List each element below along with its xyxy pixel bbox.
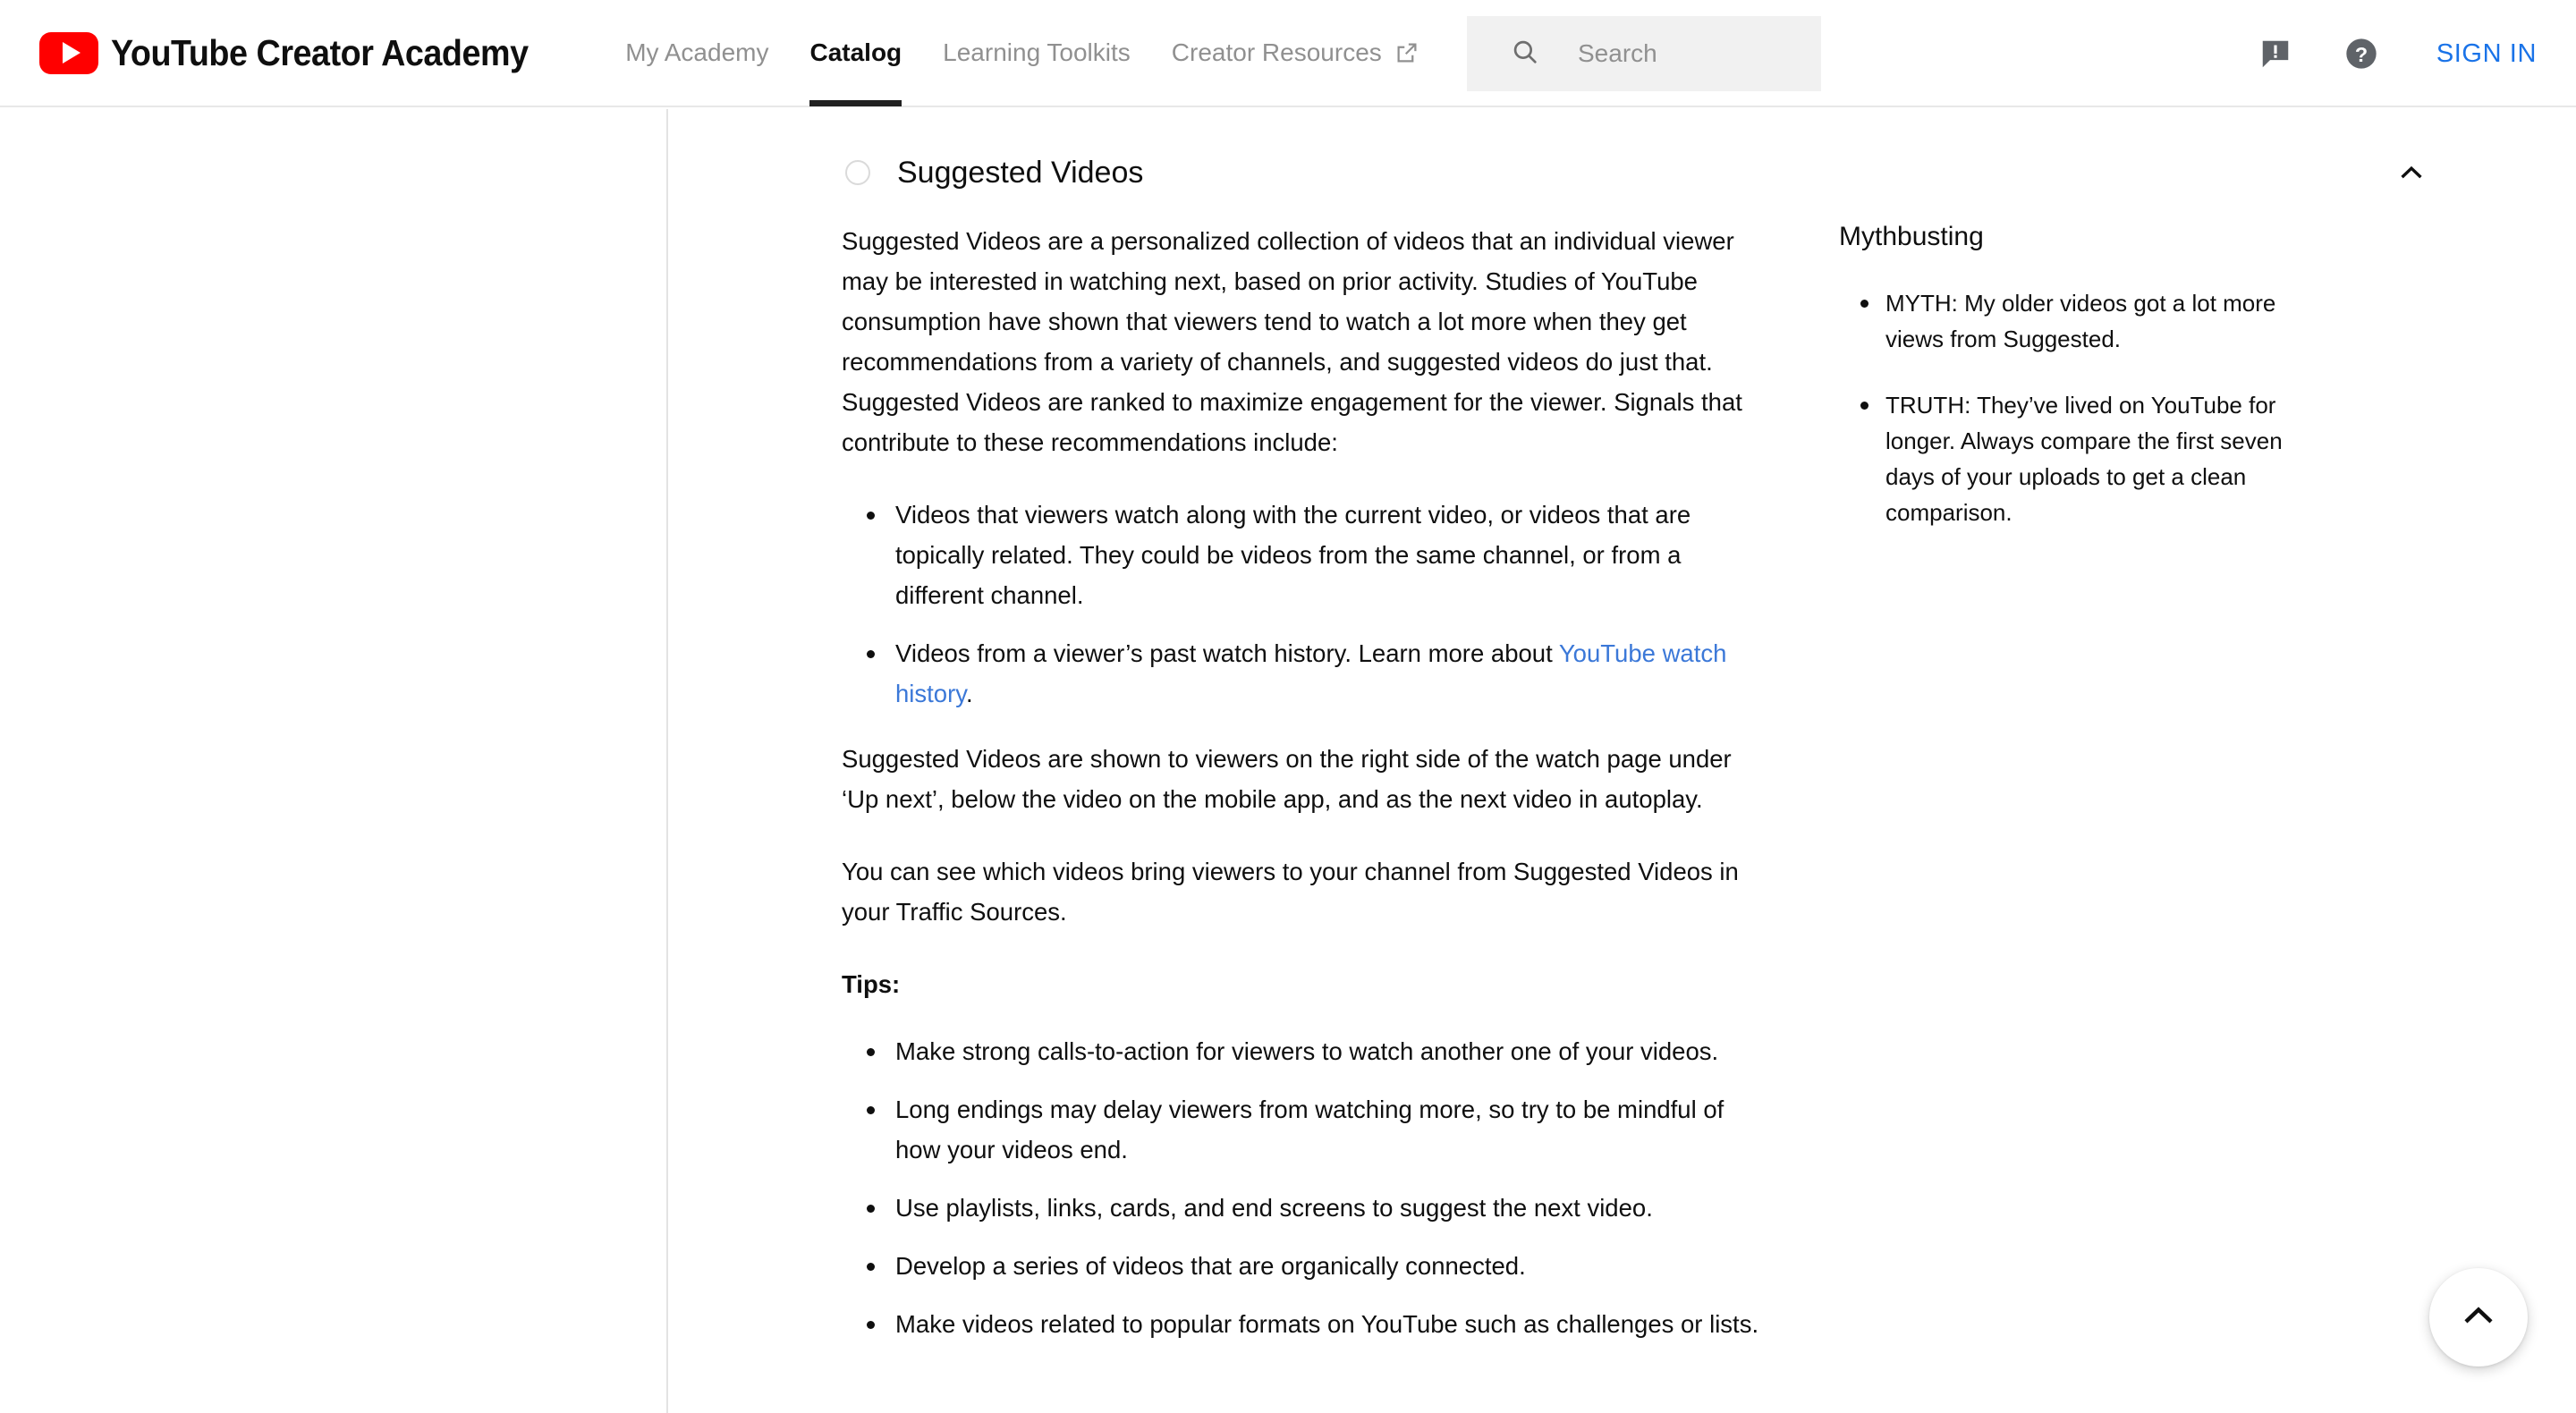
- sidebar-title: Mythbusting: [1839, 222, 1984, 251]
- content-area: Suggested Videos Suggested Videos are a …: [666, 109, 2576, 1413]
- list-item: Develop a series of videos that are orga…: [842, 1246, 1767, 1286]
- nav-label: Creator Resources: [1171, 38, 1382, 66]
- search-input[interactable]: [1578, 39, 1801, 68]
- nav-item-creator-resources[interactable]: Creator Resources: [1172, 0, 1420, 106]
- nav-item-my-academy[interactable]: My Academy: [625, 0, 768, 106]
- brand-logo[interactable]: YouTube Creator Academy: [39, 31, 564, 74]
- list-item: MYTH: My older videos got a lot more vie…: [1839, 285, 2313, 357]
- list-item: TRUTH: They’ve lived on YouTube for long…: [1839, 387, 2313, 530]
- tip-text: Use playlists, links, cards, and end scr…: [895, 1194, 1653, 1222]
- progress-circle-icon: [845, 160, 870, 185]
- two-column-layout: Suggested Videos are a personalized coll…: [666, 221, 2576, 1369]
- myth-text: MYTH: My older videos got a lot more vie…: [1885, 290, 2276, 352]
- paragraph-2: Suggested Videos are shown to viewers on…: [842, 745, 1732, 813]
- nav-item-learning-toolkits[interactable]: Learning Toolkits: [943, 0, 1131, 106]
- list-item: Long endings may delay viewers from watc…: [842, 1089, 1767, 1170]
- tips-list: Make strong calls-to-action for viewers …: [842, 1031, 1767, 1344]
- main-column: Suggested Videos are a personalized coll…: [842, 221, 1767, 1369]
- signals-list: Videos that viewers watch along with the…: [842, 495, 1767, 714]
- sidebar-mythbusting: Mythbusting MYTH: My older videos got a …: [1839, 221, 2313, 1369]
- scroll-to-top-button[interactable]: [2429, 1268, 2528, 1366]
- header-actions: ? SIGN IN: [2218, 0, 2537, 107]
- nav-label: Catalog: [809, 38, 902, 66]
- tip-text: Long endings may delay viewers from watc…: [895, 1096, 1724, 1163]
- mythbusting-list: MYTH: My older videos got a lot more vie…: [1839, 285, 2313, 530]
- signal-bullet-1-text: Videos that viewers watch along with the…: [895, 501, 1691, 609]
- signal-bullet-2-suffix: .: [965, 680, 973, 707]
- nav-item-catalog[interactable]: Catalog: [809, 0, 902, 106]
- section-collapse-chevron-up-icon[interactable]: [2390, 151, 2433, 194]
- brand-title: YouTube Creator Academy: [111, 31, 529, 73]
- section-header-suggested-videos[interactable]: Suggested Videos: [845, 140, 2433, 205]
- nav-label: Learning Toolkits: [943, 38, 1131, 66]
- list-item: Use playlists, links, cards, and end scr…: [842, 1188, 1767, 1228]
- list-item: Make videos related to popular formats o…: [842, 1304, 1767, 1344]
- signal-bullet-2-text: Videos from a viewer’s past watch histor…: [895, 639, 1559, 667]
- primary-nav: My Academy Catalog Learning Toolkits Cre…: [625, 0, 1462, 106]
- svg-text:?: ?: [2355, 43, 2368, 66]
- app-header: YouTube Creator Academy My Academy Catal…: [0, 0, 2576, 107]
- nav-label: My Academy: [625, 38, 769, 66]
- search-bar[interactable]: [1467, 16, 1821, 91]
- truth-text: TRUTH: They’ve lived on YouTube for long…: [1885, 392, 2283, 526]
- youtube-play-icon: [39, 31, 98, 74]
- chevron-up-icon: [2458, 1295, 2499, 1341]
- open-in-new-icon: [1394, 39, 1420, 66]
- feedback-icon[interactable]: [2247, 25, 2304, 82]
- tips-label-text: Tips:: [842, 970, 901, 998]
- help-icon[interactable]: ?: [2333, 25, 2390, 82]
- paragraph-3: You can see which videos bring viewers t…: [842, 858, 1739, 926]
- list-item: Videos that viewers watch along with the…: [842, 495, 1767, 615]
- tip-text: Make strong calls-to-action for viewers …: [895, 1037, 1719, 1065]
- tip-text: Make videos related to popular formats o…: [895, 1310, 1759, 1338]
- search-icon: [1510, 37, 1540, 72]
- list-item: Videos from a viewer’s past watch histor…: [842, 633, 1767, 714]
- sign-in-button[interactable]: SIGN IN: [2436, 39, 2537, 69]
- tips-label: Tips:: [842, 964, 1767, 1004]
- intro-paragraph: Suggested Videos are a personalized coll…: [842, 227, 1742, 456]
- section-title: Suggested Videos: [897, 155, 1144, 190]
- list-item: Make strong calls-to-action for viewers …: [842, 1031, 1767, 1071]
- tip-text: Develop a series of videos that are orga…: [895, 1252, 1526, 1280]
